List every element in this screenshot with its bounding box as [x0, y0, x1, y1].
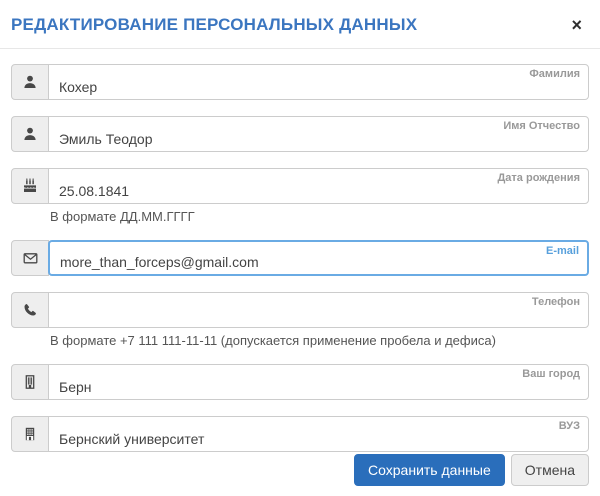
birthday-cake-icon: [11, 168, 49, 204]
field-phone: Телефон В формате +7 111 111-11-11 (допу…: [11, 292, 589, 348]
field-firstname-patronymic: Имя Отчество: [11, 116, 589, 152]
field-birthdate: Дата рождения В формате ДД.ММ.ГГГГ: [11, 168, 589, 224]
lastname-input[interactable]: [49, 77, 588, 96]
university-building-icon: [11, 416, 49, 452]
birthdate-input[interactable]: [49, 181, 588, 200]
edit-personal-data-dialog: РЕДАКТИРОВАНИЕ ПЕРСОНАЛЬНЫХ ДАННЫХ × Фам…: [0, 0, 600, 486]
phone-input[interactable]: [49, 305, 588, 324]
dialog-title: РЕДАКТИРОВАНИЕ ПЕРСОНАЛЬНЫХ ДАННЫХ: [11, 15, 418, 34]
firstname-patronymic-input[interactable]: [49, 129, 588, 148]
field-university: ВУЗ: [11, 416, 589, 452]
phone-format-hint: В формате +7 111 111-11-11 (допускается …: [50, 333, 496, 348]
field-city: Ваш город: [11, 364, 589, 400]
city-building-icon: [11, 364, 49, 400]
dialog-header: РЕДАКТИРОВАНИЕ ПЕРСОНАЛЬНЫХ ДАННЫХ ×: [0, 0, 600, 49]
user-icon: [11, 64, 49, 100]
birthdate-format-hint: В формате ДД.ММ.ГГГГ: [50, 209, 195, 224]
save-data-button[interactable]: Сохранить данные: [354, 453, 505, 486]
cancel-button[interactable]: Отмена: [510, 453, 589, 486]
field-lastname: Фамилия: [11, 64, 589, 100]
university-input[interactable]: [49, 429, 588, 448]
phone-icon: [11, 292, 49, 328]
dialog-body: Фамилия Имя Отчество: [0, 49, 600, 452]
close-icon[interactable]: ×: [565, 16, 588, 34]
city-input[interactable]: [49, 377, 588, 396]
dialog-footer: Сохранить данные Отмена: [354, 453, 589, 486]
user-icon: [11, 116, 49, 152]
email-input[interactable]: [50, 252, 587, 271]
envelope-icon: [11, 240, 49, 276]
field-email: E-mail: [11, 240, 589, 276]
